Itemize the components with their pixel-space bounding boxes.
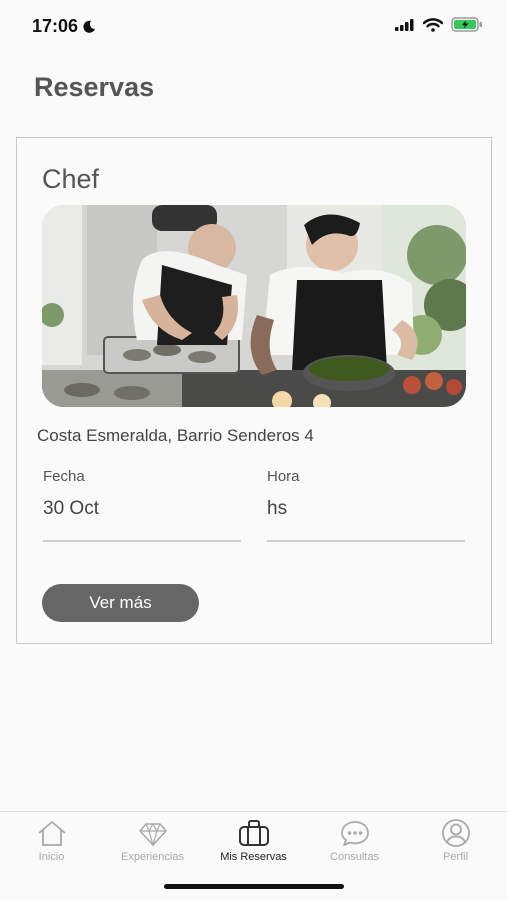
ver-mas-button[interactable]: Ver más	[42, 584, 199, 622]
status-bar: 17:06	[0, 0, 507, 54]
reservation-address: Costa Esmeralda, Barrio Senderos 4	[37, 426, 314, 445]
tab-mis-reservas[interactable]: Mis Reservas	[203, 818, 304, 872]
status-icons	[395, 17, 483, 32]
briefcase-icon	[238, 820, 269, 846]
signal-icon	[395, 18, 414, 31]
tab-perfil[interactable]: Perfil	[405, 818, 506, 872]
date-underline	[43, 540, 241, 542]
tab-label: Inicio	[38, 851, 65, 863]
tab-label: Perfil	[442, 851, 469, 863]
tab-inicio[interactable]: Inicio	[1, 818, 102, 872]
chef-photo	[42, 205, 466, 407]
reservation-title: Chef	[42, 164, 100, 194]
date-value: 30 Oct	[43, 498, 99, 519]
diamond-icon	[138, 822, 167, 848]
chef-photo-illustration	[42, 205, 466, 407]
wifi-icon	[423, 17, 443, 32]
clock: 17:06	[32, 16, 79, 36]
tab-label: Experiencias	[121, 851, 184, 863]
home-indicator	[164, 884, 344, 889]
battery-icon	[451, 17, 482, 32]
page-title: Reservas	[34, 72, 155, 102]
profile-icon	[441, 819, 470, 847]
moon-icon	[83, 20, 96, 33]
status-time: 17:06	[32, 16, 96, 37]
tab-label: Consultas	[330, 851, 379, 863]
reservation-card: Chef Costa Esmeralda, Barrio Senderos 4 …	[16, 137, 492, 644]
tab-label: Mis Reservas	[220, 851, 287, 863]
time-underline	[267, 540, 465, 542]
tab-experiencias[interactable]: Experiencias	[102, 818, 203, 872]
time-label: Hora	[267, 468, 300, 485]
tab-consultas[interactable]: Consultas	[304, 818, 405, 872]
date-label: Fecha	[43, 468, 85, 485]
time-value: hs	[267, 498, 288, 519]
chat-icon	[340, 821, 369, 846]
home-icon	[37, 821, 66, 846]
